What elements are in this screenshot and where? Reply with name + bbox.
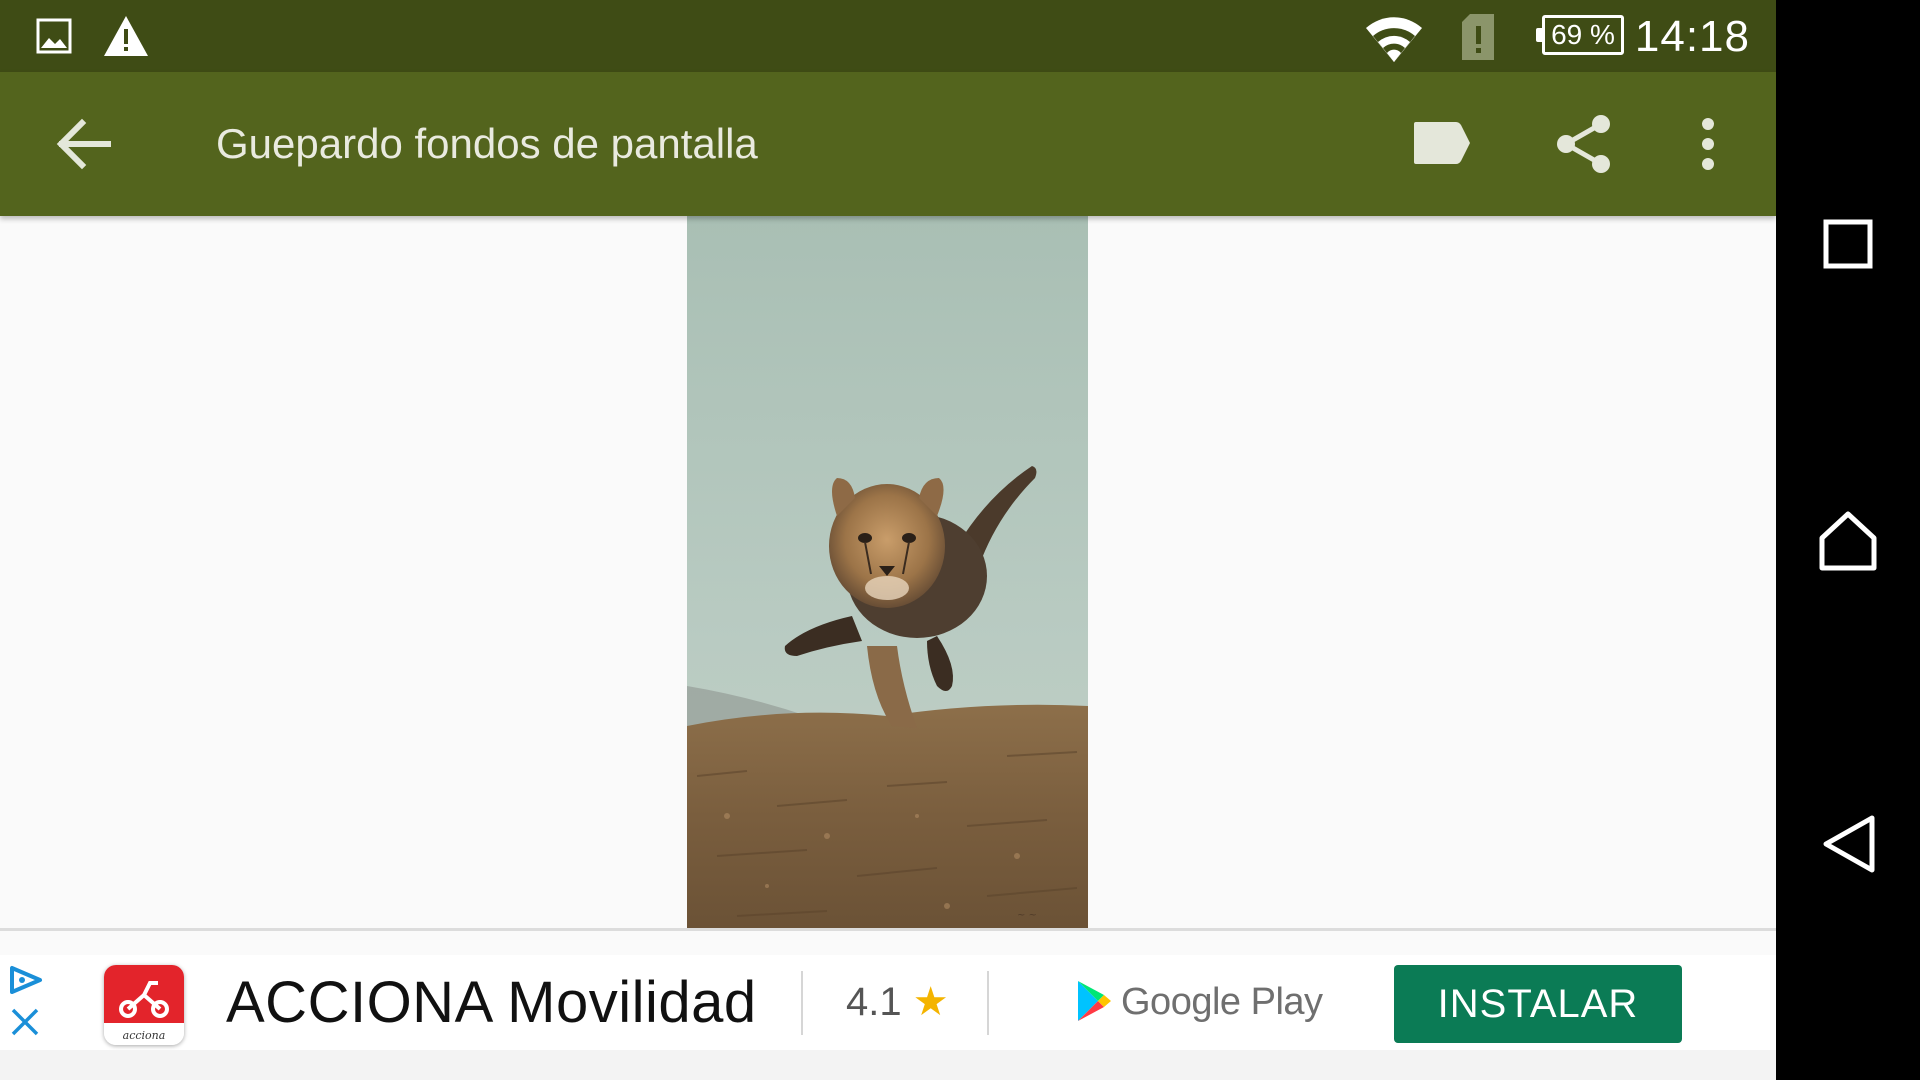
status-bar: 69 % 14:18 (0, 0, 1776, 72)
svg-text:~ ~: ~ ~ (1017, 910, 1037, 921)
recents-icon[interactable] (1776, 172, 1920, 316)
label-icon[interactable] (1410, 120, 1472, 166)
ad-bottom-strip (0, 1050, 1776, 1080)
more-vert-icon[interactable] (1696, 116, 1720, 172)
ad-rating: 4.1 ★ (846, 979, 949, 1025)
image-notification-icon (36, 18, 72, 54)
google-play-icon (1078, 981, 1111, 1021)
google-play-label: Google Play (1121, 981, 1323, 1023)
back-arrow-icon[interactable] (56, 118, 112, 170)
clock: 14:18 (1634, 12, 1750, 61)
home-icon[interactable] (1776, 472, 1920, 616)
wallpaper-viewer: ~ ~ (0, 216, 1776, 928)
rating-value: 4.1 (846, 980, 902, 1024)
ad-separator (987, 971, 989, 1035)
ad-app-name[interactable]: ACCIONA Movilidad (226, 969, 757, 1036)
ad-banner[interactable]: acciona ACCIONA Movilidad 4.1 ★ Google P… (0, 955, 1776, 1050)
star-icon: ★ (912, 980, 949, 1024)
battery-indicator: 69 % (1536, 15, 1624, 55)
back-icon[interactable] (1776, 772, 1920, 916)
warning-icon (104, 16, 148, 56)
install-button[interactable]: INSTALAR (1394, 965, 1682, 1043)
screen: 69 % 14:18 Guepardo fondos de pantalla ~… (0, 0, 1776, 1080)
divider (0, 928, 1776, 931)
page-title: Guepardo fondos de pantalla (216, 120, 758, 167)
acciona-app-icon[interactable]: acciona (104, 965, 184, 1045)
cheetah-wallpaper-image[interactable]: ~ ~ (687, 216, 1088, 928)
app-bar: Guepardo fondos de pantalla (0, 72, 1776, 216)
ad-close-icon[interactable] (10, 1007, 40, 1037)
share-icon[interactable] (1554, 114, 1614, 174)
ad-choices-icon[interactable] (8, 965, 44, 995)
acciona-logo-text: acciona (123, 1029, 166, 1042)
wifi-icon (1366, 17, 1422, 62)
ad-separator (801, 971, 803, 1035)
sim-alert-icon (1462, 14, 1494, 60)
navigation-bar (1776, 0, 1920, 1080)
